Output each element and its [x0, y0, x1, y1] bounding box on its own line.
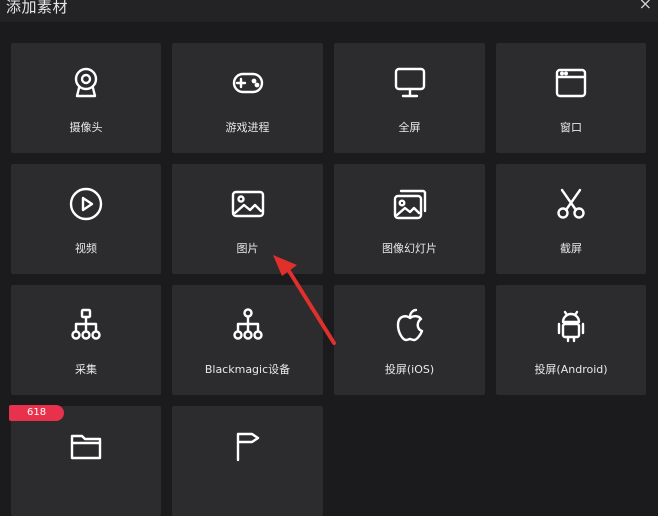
tile-capture[interactable]: 采集 [11, 285, 161, 395]
tile-slideshow[interactable]: 图像幻灯片 [334, 164, 485, 274]
tile-image[interactable]: 图片 [172, 164, 323, 274]
tile-label: 截屏 [560, 242, 582, 255]
apple-icon [392, 307, 428, 343]
window-icon [553, 65, 589, 101]
tile-label: 窗口 [560, 121, 582, 134]
android-icon [553, 307, 589, 343]
webcam-icon [68, 65, 104, 101]
tile-label: 图像幻灯片 [382, 242, 437, 255]
tile-game-process[interactable]: 游戏进程 [172, 43, 323, 153]
image-icon [230, 186, 266, 222]
tile-video[interactable]: 视频 [11, 164, 161, 274]
folder-icon [68, 428, 104, 464]
tile-folder[interactable]: 618 [9, 405, 161, 516]
dialog-title: 添加素材 [6, 0, 69, 16]
tile-label: 全屏 [398, 121, 421, 134]
source-grid: 摄像头 游戏进程 全屏 窗口 视频 图片 图像幻灯片 截屏 采集 Blackma… [9, 43, 646, 516]
tile-label: 视频 [75, 242, 97, 255]
tile-label: 游戏进程 [225, 121, 270, 134]
tile-flag[interactable] [172, 406, 323, 516]
scissors-icon [553, 186, 589, 222]
tile-label: 投屏(Android) [534, 363, 608, 376]
slideshow-icon [392, 186, 428, 222]
tile-label: 图片 [236, 242, 259, 255]
tile-cast-ios[interactable]: 投屏(iOS) [334, 285, 485, 395]
tile-webcam[interactable]: 摄像头 [11, 43, 161, 153]
tile-screenshot[interactable]: 截屏 [496, 164, 646, 274]
tile-label: Blackmagic设备 [204, 363, 291, 376]
tile-label: 投屏(iOS) [384, 363, 435, 376]
tile-cast-android[interactable]: 投屏(Android) [496, 285, 646, 395]
monitor-icon [392, 65, 428, 101]
close-button[interactable]: × [639, 0, 652, 13]
gamepad-icon [230, 65, 266, 101]
tile-label: 采集 [75, 363, 97, 376]
tile-blackmagic[interactable]: Blackmagic设备 [172, 285, 323, 395]
play-icon [68, 186, 104, 222]
flag-icon [230, 428, 266, 464]
capture-tree-icon [68, 307, 104, 343]
tile-label: 摄像头 [69, 121, 103, 134]
blackmagic-tree-icon [230, 307, 266, 343]
tile-fullscreen[interactable]: 全屏 [334, 43, 485, 153]
tile-window[interactable]: 窗口 [496, 43, 646, 153]
promo-badge: 618 [9, 405, 65, 421]
title-bar: 添加素材 × [0, 0, 658, 22]
